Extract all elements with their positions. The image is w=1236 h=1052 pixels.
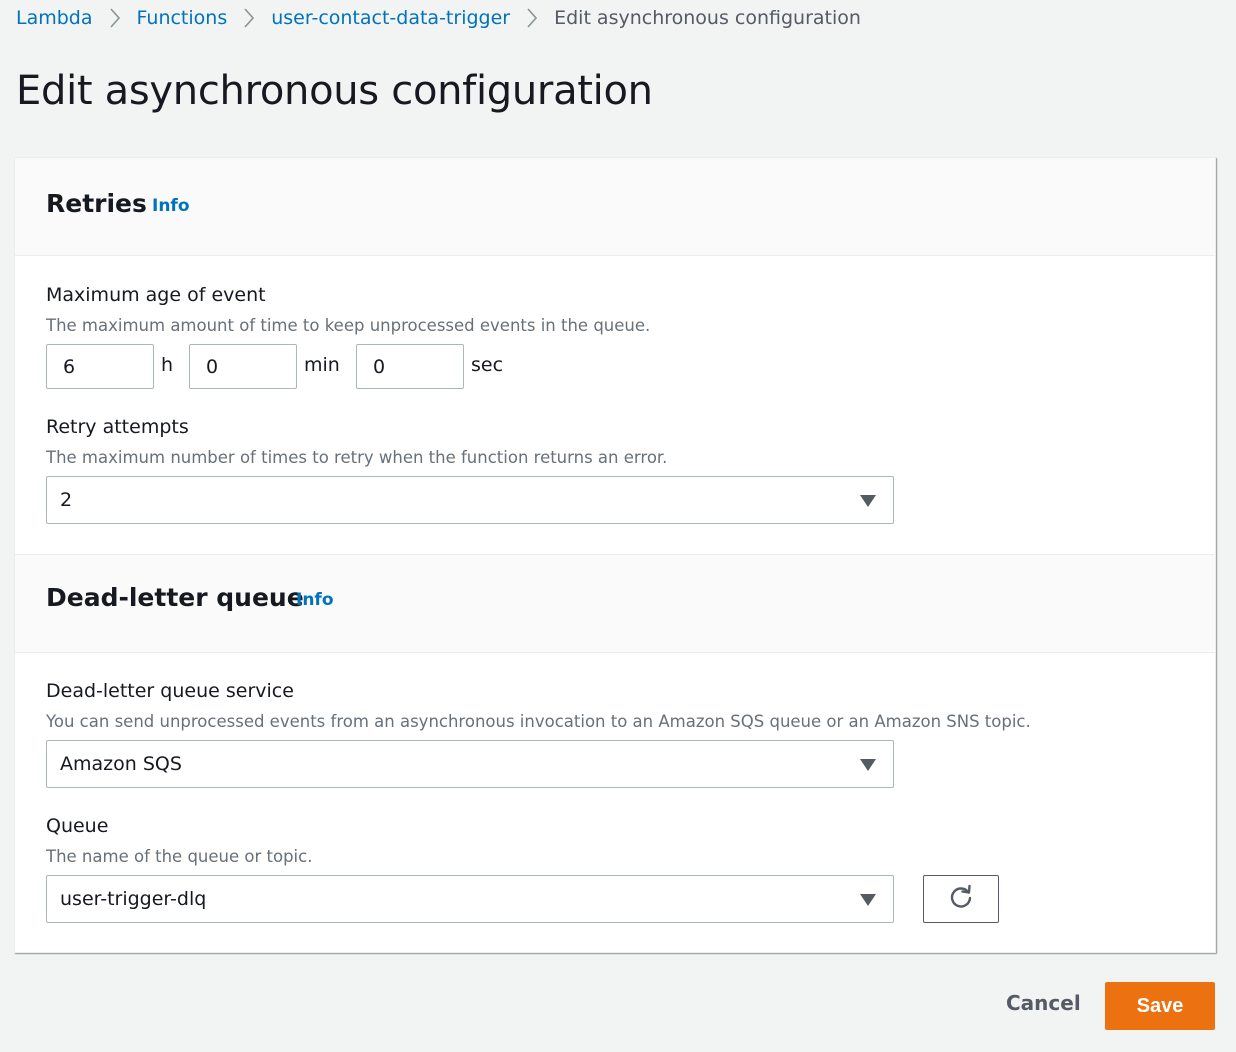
hours-unit-label: h <box>161 354 174 376</box>
cancel-button[interactable]: Cancel <box>1006 991 1081 1015</box>
retry-attempts-select[interactable]: 2 <box>46 476 894 524</box>
breadcrumb: Lambda Functions user-contact-data-trigg… <box>16 4 861 32</box>
breadcrumb-current: Edit asynchronous configuration <box>554 7 861 29</box>
retries-title: Retries <box>46 189 147 218</box>
chevron-right-icon <box>526 7 538 29</box>
minutes-unit-label: min <box>304 354 340 376</box>
retry-attempts-value: 2 <box>60 489 73 511</box>
dlq-service-description: You can send unprocessed events from an … <box>46 712 1031 731</box>
queue-select[interactable]: user-trigger-dlq <box>46 875 894 923</box>
retries-section-header: Retries Info <box>15 158 1215 256</box>
dlq-title: Dead-letter queue <box>46 583 304 612</box>
dlq-service-label: Dead-letter queue service <box>46 680 294 702</box>
max-age-seconds-input[interactable] <box>356 344 464 389</box>
caret-down-icon <box>860 759 876 771</box>
dlq-service-select[interactable]: Amazon SQS <box>46 740 894 788</box>
page-title: Edit asynchronous configuration <box>16 68 653 114</box>
queue-value: user-trigger-dlq <box>60 888 207 910</box>
max-age-minutes-input[interactable] <box>189 344 297 389</box>
max-age-description: The maximum amount of time to keep unpro… <box>46 316 651 335</box>
retry-attempts-label: Retry attempts <box>46 416 189 438</box>
breadcrumb-functions-link[interactable]: Functions <box>137 7 228 29</box>
breadcrumb-function-link[interactable]: user-contact-data-trigger <box>271 7 510 29</box>
refresh-icon <box>948 884 974 914</box>
seconds-unit-label: sec <box>471 354 504 376</box>
save-button[interactable]: Save <box>1105 982 1215 1030</box>
retries-info-link[interactable]: Info <box>152 196 190 216</box>
chevron-right-icon <box>109 7 121 29</box>
chevron-right-icon <box>243 7 255 29</box>
caret-down-icon <box>860 495 876 507</box>
dlq-section-header: Dead-letter queue Info <box>15 554 1215 653</box>
dlq-service-value: Amazon SQS <box>60 753 182 775</box>
retry-attempts-description: The maximum number of times to retry whe… <box>46 448 668 467</box>
queue-label: Queue <box>46 815 109 837</box>
dlq-info-link[interactable]: Info <box>296 590 334 610</box>
queue-description: The name of the queue or topic. <box>46 847 313 866</box>
config-container: Retries Info Maximum age of event The ma… <box>14 157 1216 953</box>
max-age-label: Maximum age of event <box>46 284 266 306</box>
max-age-hours-input[interactable] <box>46 344 154 389</box>
breadcrumb-lambda-link[interactable]: Lambda <box>16 7 93 29</box>
refresh-queues-button[interactable] <box>923 875 999 923</box>
caret-down-icon <box>860 894 876 906</box>
